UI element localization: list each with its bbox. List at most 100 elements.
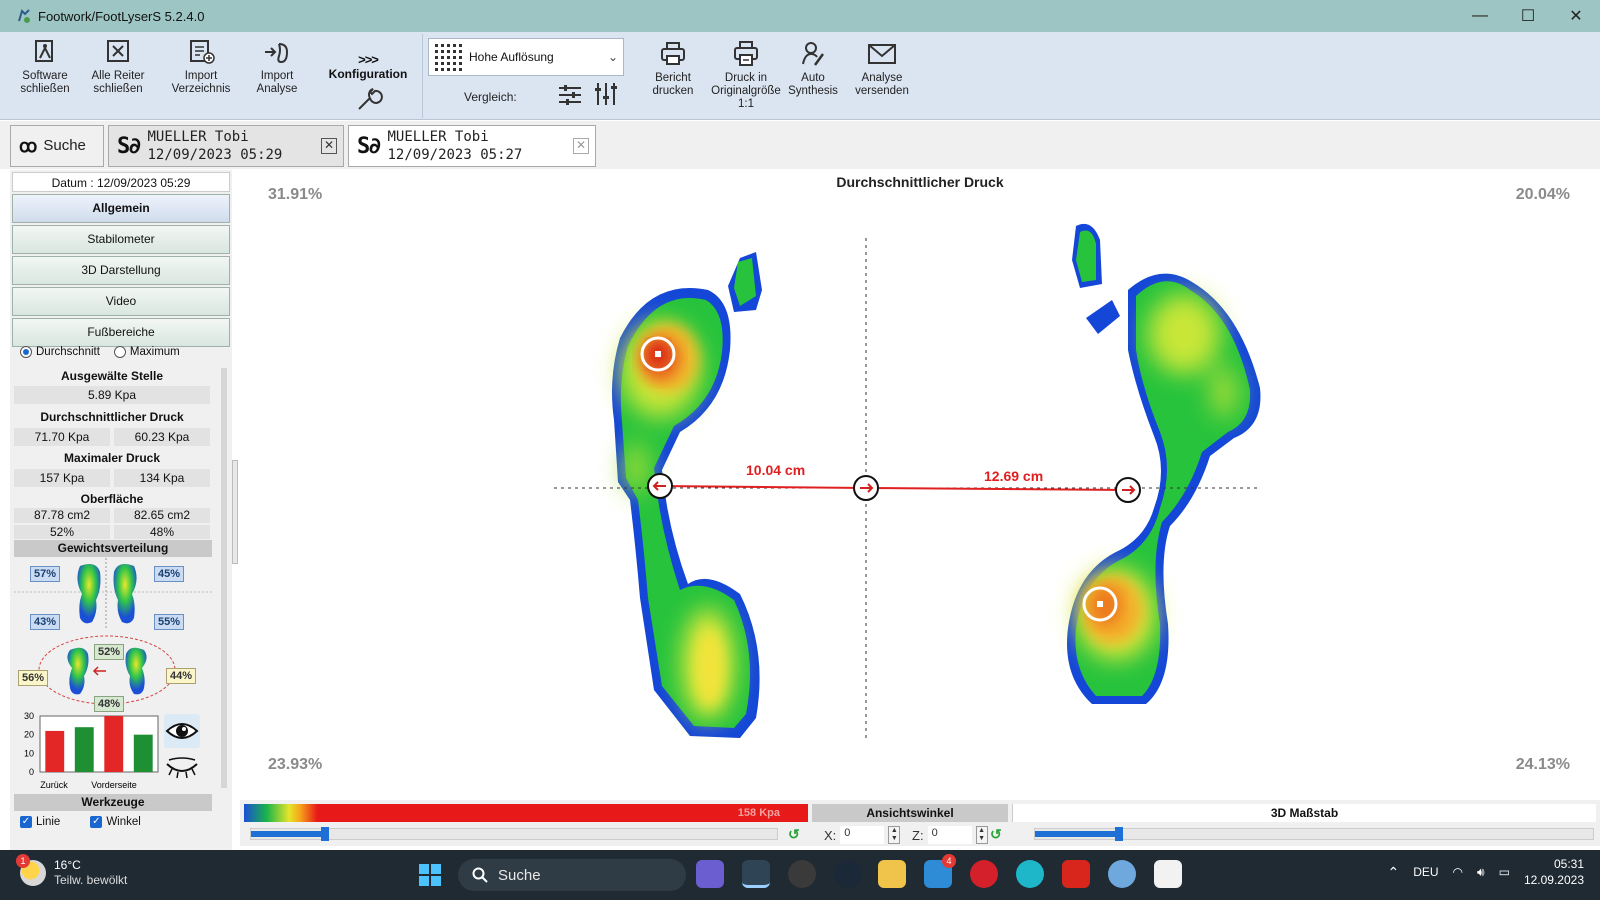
windows-start-icon[interactable] <box>418 863 442 887</box>
resolution-grid-icon <box>435 44 462 71</box>
ober-left-value: 87.78 cm2 <box>14 508 110 523</box>
system-tray: ⌃ DEU ◠ 🔊︎ ▭ 05:31 12.09.2023 <box>1387 856 1584 888</box>
x-angle-field[interactable]: X: 0 ▲ ▼ <box>824 826 901 844</box>
auto-synthesis-button[interactable]: Auto Synthesis <box>782 40 844 98</box>
browser-app-icon[interactable] <box>1108 860 1136 888</box>
tool-checkboxes: ✓ Linie ✓ Winkel <box>20 816 141 828</box>
resolution-select[interactable]: Hohe Auflösung ⌄ <box>428 38 624 76</box>
canva-app-icon[interactable] <box>1016 860 1044 888</box>
massstab-slider[interactable] <box>1034 827 1594 841</box>
analyse-versenden-button[interactable]: Analyse versenden <box>846 40 918 98</box>
measure-line-left <box>659 485 867 489</box>
close-window-button[interactable]: ✕ <box>1552 0 1600 32</box>
opera-app-icon[interactable] <box>970 860 998 888</box>
capcut-app-icon[interactable] <box>1154 860 1182 888</box>
checkbox-linie-label: Linie <box>36 816 61 828</box>
software-schliessen-button[interactable]: Software schließen <box>14 38 76 96</box>
konfiguration-arrows: >>> <box>358 52 379 67</box>
settings-app-icon[interactable] <box>788 860 816 888</box>
max-druck-heading: Maximaler Druck <box>63 451 161 465</box>
checkbox-winkel-box[interactable]: ✓ <box>90 816 103 828</box>
x-label-zurueck: Zurück <box>40 780 68 790</box>
tab-patient-2[interactable]: S∂ MUELLER Tobi 12/09/2023 05:27 ✕ <box>348 125 596 167</box>
checkbox-winkel-label: Winkel <box>106 816 141 828</box>
maximize-button[interactable]: ☐ <box>1504 0 1552 32</box>
radio-maximum-dot[interactable] <box>113 346 126 358</box>
checkbox-linie-box[interactable]: ✓ <box>20 816 32 828</box>
language-indicator[interactable]: DEU <box>1413 865 1438 879</box>
file-explorer-icon[interactable] <box>878 860 906 888</box>
tab-patient-1-name: MUELLER Tobi <box>147 129 249 145</box>
konfiguration-button[interactable]: >>> Konfiguration <box>320 52 416 113</box>
close-tab-2-button[interactable]: ✕ <box>573 138 589 154</box>
compare-sliders-right-icon[interactable] <box>592 80 620 108</box>
nav-video[interactable]: Video <box>12 287 230 316</box>
x-label: X: <box>824 827 837 843</box>
radio-durchschnitt-dot[interactable] <box>20 346 32 358</box>
radio-durchschnitt[interactable]: Durchschnitt <box>20 346 100 358</box>
teams-app-icon[interactable] <box>696 860 724 888</box>
tab-patient-1-date: 12/09/2023 05:29 <box>147 147 283 163</box>
bericht-drucken-button[interactable]: Bericht drucken <box>640 40 706 98</box>
auto-synthesis-label: Auto Synthesis <box>788 72 838 97</box>
volume-icon[interactable]: 🔊︎ <box>1477 865 1485 880</box>
taskbar-search-label: Suche <box>498 866 541 884</box>
measure-point-center[interactable] <box>853 475 879 501</box>
measure-point-left[interactable] <box>647 473 673 499</box>
close-tab-1-button[interactable]: ✕ <box>321 138 337 154</box>
reset-view-icon-left[interactable]: ↺ <box>788 826 804 844</box>
nav-stabilometer[interactable]: Stabilometer <box>12 225 230 254</box>
z-angle-spinner[interactable]: ▲ ▼ <box>975 826 988 844</box>
tab-patient-1[interactable]: S∂ MUELLER Tobi 12/09/2023 05:29 ✕ <box>108 125 344 167</box>
reset-view-icon-right[interactable]: ↺ <box>990 826 1006 844</box>
clock[interactable]: 05:31 12.09.2023 <box>1524 856 1584 888</box>
weather-widget[interactable]: 1 16°C Teilw. bewölkt <box>16 853 127 887</box>
taskbar-search[interactable]: Suche <box>458 859 686 891</box>
eye-open-icon[interactable] <box>164 714 200 748</box>
scale-slider[interactable] <box>250 827 778 841</box>
import-analyse-button[interactable]: Import Analyse <box>244 38 310 96</box>
x-angle-input[interactable]: 0 <box>840 826 885 844</box>
alle-reiter-schliessen-button[interactable]: Alle Reiter schließen <box>86 38 150 96</box>
panel-splitter[interactable] <box>232 460 238 564</box>
measure-point-right[interactable] <box>1115 477 1141 503</box>
clock-date: 12.09.2023 <box>1523 873 1584 887</box>
chevron-up-icon[interactable]: ⌃ <box>1387 864 1399 881</box>
scale-slider-thumb[interactable] <box>320 827 329 841</box>
druck-originalgroesse-button[interactable]: Druck in Originalgröße 1:1 <box>706 40 786 111</box>
gw-bottom-right: 55% <box>154 614 185 630</box>
z-angle-input[interactable]: 0 <box>927 826 972 844</box>
massstab-slider-thumb[interactable] <box>1114 827 1123 841</box>
y-tick-label: 10 <box>24 748 34 758</box>
nav-fussbereiche[interactable]: Fußbereiche <box>12 318 230 347</box>
import-verzeichnis-label: Import Verzeichnis <box>171 70 231 95</box>
footprint-s-icon: S∂ <box>357 133 381 159</box>
footlyser-app-icon[interactable] <box>742 860 770 888</box>
max-left-value: 157 Kpa <box>14 469 110 487</box>
z-angle-field[interactable]: Z: 0 ▲ ▼ <box>912 826 988 844</box>
left-foot-map <box>612 252 762 738</box>
left-panel-scrollbar[interactable] <box>221 368 227 788</box>
minimize-button[interactable]: — <box>1456 0 1504 32</box>
import-verzeichnis-button[interactable]: Import Verzeichnis <box>164 38 238 96</box>
checkbox-linie[interactable]: ✓ Linie <box>20 816 60 828</box>
eye-closed-icon[interactable] <box>164 754 200 782</box>
nav-3d-darstellung[interactable]: 3D Darstellung <box>12 256 230 285</box>
weather-temp: 16°C <box>54 858 81 872</box>
steam-app-icon[interactable] <box>834 860 862 888</box>
wifi-icon[interactable]: ◠ <box>1453 865 1463 879</box>
acrobat-app-icon[interactable] <box>1062 860 1090 888</box>
nav-allgemein[interactable]: Allgemein <box>12 194 230 223</box>
compare-sliders-left-icon[interactable] <box>556 82 584 108</box>
mail-app-icon[interactable]: 4 <box>924 854 956 888</box>
x-angle-spinner[interactable]: ▲ ▼ <box>888 826 901 844</box>
radio-maximum[interactable]: Maximum <box>113 346 180 358</box>
battery-icon[interactable]: ▭ <box>1499 865 1510 879</box>
ober-pct-right: 48% <box>114 525 210 539</box>
pressure-canvas[interactable]: Durchschnittlicher Druck 31.91% 20.04% 2… <box>240 170 1600 798</box>
gw-center-top: 52% <box>94 644 125 660</box>
checkbox-winkel[interactable]: ✓ Winkel <box>90 816 141 828</box>
chevron-down-icon[interactable]: ⌄ <box>603 50 623 64</box>
tab-search[interactable]: ꝏ Suche <box>10 125 104 167</box>
ober-pct-left: 52% <box>14 525 110 539</box>
